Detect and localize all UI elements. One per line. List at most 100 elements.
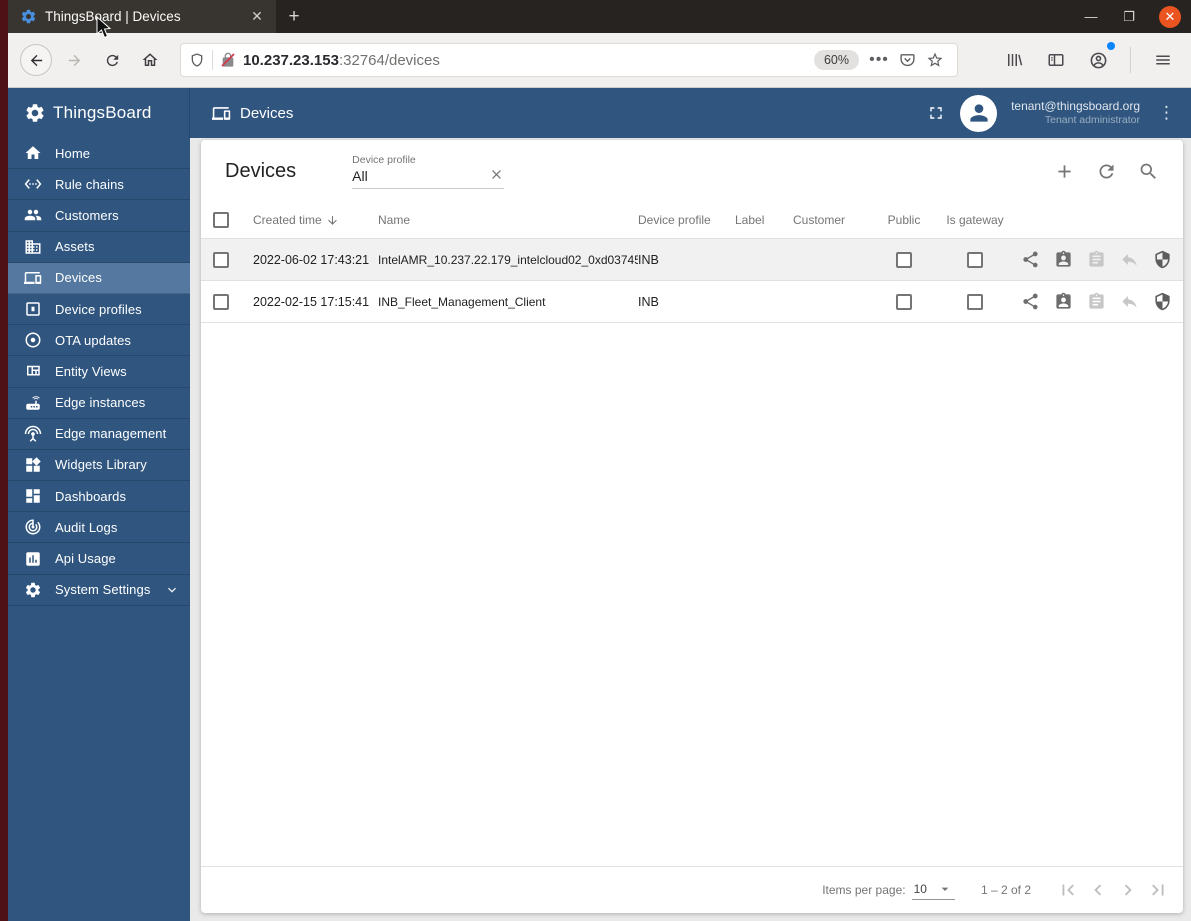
tracking-shield-icon[interactable] — [189, 52, 205, 68]
bookmark-star-icon[interactable] — [921, 46, 949, 74]
more-menu-icon[interactable]: ⋮ — [1154, 103, 1179, 123]
filter-value[interactable]: All — [352, 168, 489, 184]
sidebar-item-label: Edge management — [55, 426, 167, 442]
sidebar-item-entity-views[interactable]: Entity Views — [8, 356, 190, 388]
security-icon[interactable] — [1153, 250, 1172, 269]
user-avatar[interactable] — [960, 94, 998, 132]
content-area: Devices Device profile All Created time … — [190, 138, 1191, 921]
assign-to-customer-icon[interactable] — [1054, 250, 1073, 269]
column-created-time[interactable]: Created time — [253, 213, 378, 227]
add-device-icon[interactable] — [1054, 161, 1075, 182]
restore-button[interactable]: ❐ — [1121, 9, 1137, 25]
mouse-cursor — [96, 16, 112, 39]
home-icon — [24, 144, 42, 162]
public-checkbox[interactable] — [896, 251, 912, 268]
security-icon[interactable] — [1153, 292, 1172, 311]
share-icon[interactable] — [1021, 292, 1040, 311]
next-page-icon[interactable] — [1117, 879, 1139, 901]
page-actions-icon[interactable]: ••• — [865, 46, 893, 74]
public-checkbox[interactable] — [896, 293, 912, 310]
column-device-profile[interactable]: Device profile — [638, 213, 735, 227]
previous-page-icon[interactable] — [1087, 879, 1109, 901]
sidebar: Home Rule chains Customers Assets Device… — [8, 138, 190, 921]
last-page-icon[interactable] — [1147, 879, 1169, 901]
back-button[interactable] — [20, 44, 52, 76]
url-text[interactable]: 10.237.23.153:32764/devices — [243, 52, 808, 69]
sidebar-item-label: Api Usage — [55, 551, 116, 567]
column-customer[interactable]: Customer — [793, 213, 869, 227]
sidebar-item-home[interactable]: Home — [8, 138, 190, 170]
unassign-icon — [1120, 250, 1139, 269]
search-icon[interactable] — [1138, 161, 1159, 182]
sidebar-item-audit-logs[interactable]: Audit Logs — [8, 512, 190, 544]
pocket-icon[interactable] — [893, 46, 921, 74]
chevron-down-icon — [179, 426, 180, 442]
rule-chains-icon — [24, 175, 42, 193]
row-checkbox[interactable] — [213, 293, 229, 310]
hamburger-menu-icon[interactable] — [1147, 44, 1179, 76]
sidebars-icon[interactable] — [1040, 44, 1072, 76]
sidebar-item-device-profiles[interactable]: Device profiles — [8, 294, 190, 326]
toolbar-right-group — [998, 42, 1179, 76]
browser-toolbar: 10.237.23.153:32764/devices 60% ••• — [8, 33, 1191, 88]
app-logo[interactable]: ThingsBoard — [8, 88, 190, 138]
sidebar-item-edge-instances[interactable]: Edge instances — [8, 388, 190, 419]
sidebar-item-label: Assets — [55, 239, 95, 255]
sidebar-item-system-settings[interactable]: System Settings — [8, 575, 190, 606]
is-gateway-checkbox[interactable] — [967, 251, 983, 268]
library-icon[interactable] — [998, 44, 1030, 76]
sidebar-item-assets[interactable]: Assets — [8, 232, 190, 263]
sidebar-item-devices[interactable]: Devices — [8, 262, 190, 294]
new-tab-button[interactable]: + — [276, 0, 312, 33]
ota-updates-icon — [24, 331, 42, 349]
column-name[interactable]: Name — [378, 213, 638, 227]
table-row[interactable]: 2022-06-02 17:43:21 IntelAMR_10.237.22.1… — [201, 239, 1183, 281]
row-checkbox[interactable] — [213, 251, 229, 268]
column-label: Created time — [253, 213, 322, 227]
minimize-button[interactable]: — — [1083, 9, 1099, 24]
column-label[interactable]: Label — [735, 213, 793, 227]
clear-filter-icon[interactable] — [489, 167, 504, 182]
assign-to-customer-icon[interactable] — [1054, 292, 1073, 311]
thingsboard-logo-icon — [24, 102, 46, 124]
browser-tab[interactable]: ThingsBoard | Devices ✕ — [8, 0, 276, 33]
sidebar-item-rule-chains[interactable]: Rule chains — [8, 169, 190, 201]
screen: ThingsBoard | Devices ✕ + — ❐ ✕ 10.237.2… — [0, 0, 1191, 921]
refresh-icon[interactable] — [1096, 161, 1117, 182]
column-public[interactable]: Public — [869, 213, 939, 227]
close-button[interactable]: ✕ — [1159, 5, 1181, 28]
reload-button[interactable] — [96, 44, 128, 76]
is-gateway-checkbox[interactable] — [967, 293, 983, 310]
table-row[interactable]: 2022-02-15 17:15:41 INB_Fleet_Management… — [201, 281, 1183, 323]
api-usage-icon — [24, 550, 42, 568]
sidebar-item-widgets-library[interactable]: Widgets Library — [8, 450, 190, 482]
home-button[interactable] — [134, 44, 166, 76]
sidebar-item-ota-updates[interactable]: OTA updates — [8, 325, 190, 357]
sidebar-item-label: Edge instances — [55, 395, 146, 411]
fullscreen-icon[interactable] — [926, 103, 946, 123]
select-all-checkbox[interactable] — [213, 212, 229, 228]
forward-button[interactable] — [58, 44, 90, 76]
sidebar-item-customers[interactable]: Customers — [8, 200, 190, 232]
insecure-lock-icon[interactable] — [220, 52, 236, 68]
first-page-icon[interactable] — [1057, 879, 1079, 901]
page-size-select[interactable]: 10 — [911, 881, 955, 900]
sidebar-item-edge-management[interactable]: Edge management — [8, 419, 190, 450]
url-bar[interactable]: 10.237.23.153:32764/devices 60% ••• — [180, 43, 958, 77]
page-size-value: 10 — [913, 881, 927, 896]
caret-down-icon — [937, 881, 953, 897]
device-profile-filter[interactable]: Device profile All — [352, 154, 505, 189]
window-controls: — ❐ ✕ — [1083, 0, 1181, 33]
account-icon[interactable] — [1082, 42, 1115, 76]
zoom-level-badge[interactable]: 60% — [813, 50, 859, 70]
sidebar-item-dashboards[interactable]: Dashboards — [8, 481, 190, 513]
share-icon[interactable] — [1021, 250, 1040, 269]
card-toolbar: Devices Device profile All — [201, 140, 1183, 202]
dashboards-icon — [24, 487, 42, 505]
sidebar-item-label: Entity Views — [55, 363, 127, 379]
sidebar-item-api-usage[interactable]: Api Usage — [8, 543, 190, 575]
tab-close-icon[interactable]: ✕ — [248, 8, 266, 25]
column-is-gateway[interactable]: Is gateway — [939, 213, 1011, 227]
sidebar-item-label: Device profiles — [55, 301, 142, 317]
page-title: Devices — [225, 159, 297, 182]
